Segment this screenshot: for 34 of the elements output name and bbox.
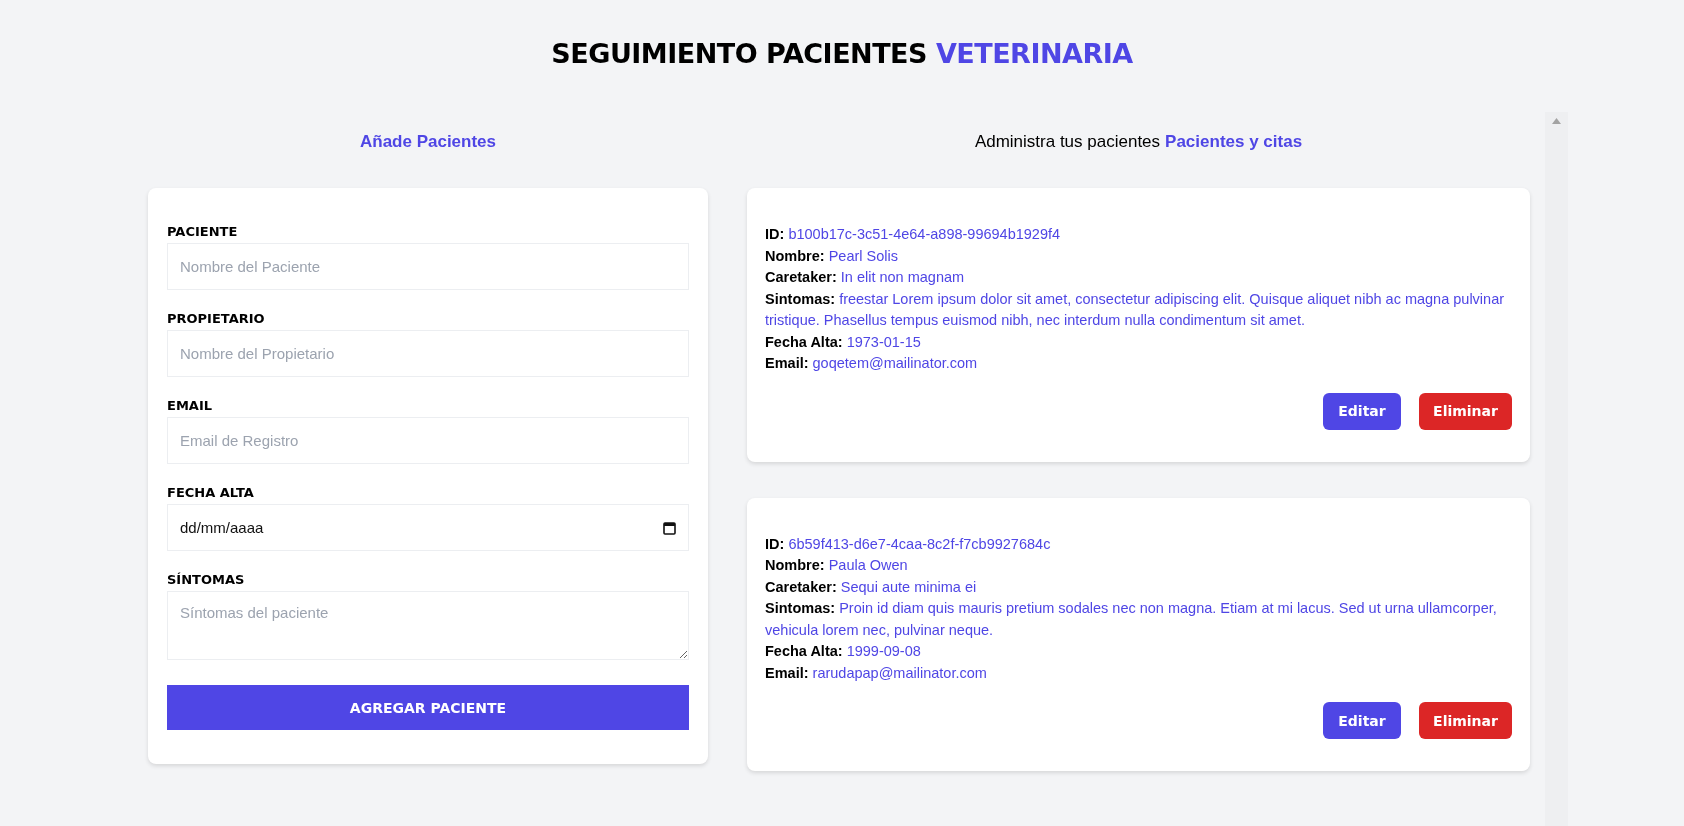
list-heading-highlight: Pacientes y citas	[1165, 132, 1303, 152]
date-field[interactable]: dd/mm/aaaa	[167, 504, 689, 551]
field-label: PACIENTE	[167, 224, 239, 239]
field-label: SÍNTOMAS	[167, 572, 246, 587]
scrollbar[interactable]	[1545, 112, 1568, 826]
patient-detail: Caretaker: In elit non magnam	[765, 268, 966, 287]
text-field[interactable]: Nombre del Propietario	[167, 330, 689, 377]
patient-detail: Nombre: Paula Owen	[765, 556, 909, 575]
field-label: EMAIL	[167, 398, 213, 413]
patient-detail: Sintomas: Proin id diam quis mauris pretium sodales nec non magna. Etiam at mi lacus. Sed ut urna ullamcorper, vehicula lorem nec, pulvinar neque.	[765, 599, 1498, 640]
patient-detail: ID: b100b17c-3c51-4e64-a898-99694b1929f4	[765, 225, 1062, 244]
patient-detail: Email: goqetem@mailinator.com	[765, 354, 979, 373]
scroll-up-icon[interactable]	[1552, 118, 1561, 124]
field-label: PROPIETARIO	[167, 311, 266, 326]
patient-detail: Fecha Alta: 1999-09-08	[765, 642, 922, 661]
patient-detail: ID: 6b59f413-d6e7-4caa-8c2f-f7cb9927684c	[765, 534, 1052, 554]
page-title: SEGUIMIENTO PACIENTES VETERINARIA	[551, 37, 1133, 69]
patient-detail: Fecha Alta: 1973-01-15	[765, 332, 922, 352]
form-heading: Añade Pacientes	[358, 132, 498, 152]
field-label: FECHA ALTA	[167, 485, 255, 500]
text-field[interactable]: Email de Registro	[167, 417, 689, 464]
patient-detail: Nombre: Pearl Solis	[765, 246, 899, 266]
patient-detail: Sintomas: freestar Lorem ipsum dolor sit amet, consectetur adipiscing elit. Quisque aliquet nibh ac magna pulvinar tristique. Phasellus tempus euismod nibh, nec interdum nulla condimentum sit amet.	[765, 289, 1506, 330]
edit-button[interactable]: Editar	[1323, 702, 1401, 739]
submit-button[interactable]: AGREGAR PACIENTE	[167, 685, 689, 730]
delete-button[interactable]: Eliminar	[1419, 702, 1512, 739]
calendar-icon[interactable]	[663, 520, 676, 535]
delete-button[interactable]: Eliminar	[1419, 392, 1512, 430]
patient-detail: Caretaker: Sequi aute minima ei	[765, 577, 978, 597]
list-heading: Administra tus pacientes	[974, 132, 1161, 152]
edit-button[interactable]: Editar	[1323, 392, 1401, 430]
textarea-field[interactable]: Síntomas del paciente	[167, 591, 689, 660]
patient-detail: Email: rarudapap@mailinator.com	[765, 663, 988, 683]
text-field[interactable]: Nombre del Paciente	[167, 243, 689, 290]
